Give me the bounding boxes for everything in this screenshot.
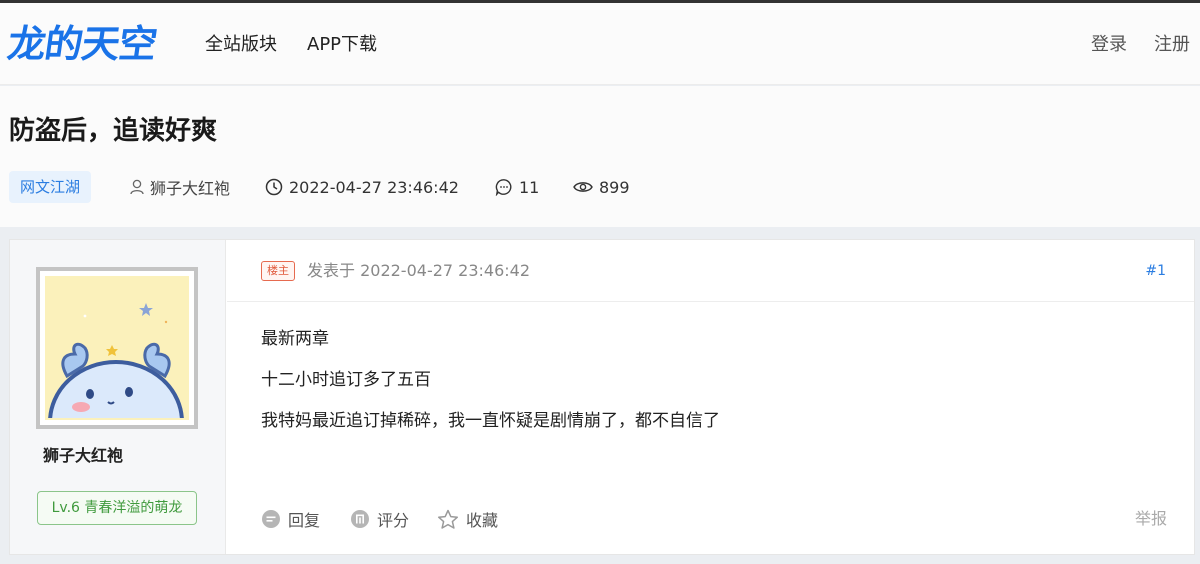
clock-icon	[265, 178, 283, 196]
nav-app-download[interactable]: APP下载	[307, 33, 377, 57]
post-text-line: 最新两章	[261, 329, 329, 349]
reply-count: 11	[495, 171, 539, 203]
rate-label: 评分	[377, 511, 410, 530]
favorite-button[interactable]: 收藏	[437, 506, 498, 532]
thread-datetime: 2022-04-27 23:46:42	[289, 177, 459, 197]
post-author-name[interactable]: 狮子大红袍	[10, 444, 226, 468]
post-text-line: 我特妈最近追订掉稀碎，我一直怀疑是剧情崩了，都不自信了	[261, 411, 720, 431]
thread-time: 2022-04-27 23:46:42	[265, 171, 459, 203]
avatar[interactable]	[36, 267, 198, 429]
nav-all-forums[interactable]: 全站版块	[205, 33, 277, 57]
reply-icon	[262, 510, 280, 528]
login-link[interactable]: 登录	[1091, 33, 1127, 57]
post-body: 最新两章 十二小时追订多了五百 我特妈最近追订掉稀碎，我一直怀疑是剧情崩了，都不…	[261, 327, 1161, 450]
post-card: 狮子大红袍 Lv.6 青春洋溢的萌龙 楼主 发表于 2022-04-27 23:…	[9, 239, 1195, 555]
eye-icon	[573, 182, 593, 192]
op-badge: 楼主	[261, 261, 295, 281]
post-timestamp: 发表于 2022-04-27 23:46:42	[307, 261, 531, 280]
site-header: 龙的天空 全站版块 APP下载 登录 注册	[0, 3, 1200, 85]
register-link[interactable]: 注册	[1154, 33, 1190, 57]
post-text-line: 十二小时追订多了五百	[261, 370, 431, 390]
site-logo[interactable]: 龙的天空	[5, 21, 159, 67]
forum-tag[interactable]: 网文江湖	[9, 171, 92, 203]
post-author-panel: 狮子大红袍 Lv.6 青春洋溢的萌龙	[10, 240, 226, 554]
dragon-avatar-illustration	[45, 276, 189, 420]
page-title: 防盗后，追读好爽	[9, 116, 218, 146]
report-link[interactable]: 举报	[1135, 506, 1167, 532]
dragon-mascot-icon	[45, 276, 187, 420]
user-icon	[130, 179, 144, 195]
thread-author[interactable]: 狮子大红袍	[130, 171, 230, 203]
reply-label: 回复	[288, 511, 321, 530]
floor-number-link[interactable]: #1	[1145, 261, 1166, 281]
star-icon	[437, 509, 459, 529]
reply-count-value: 11	[519, 177, 540, 197]
rate-button[interactable]: 评分	[350, 506, 409, 532]
comment-icon	[495, 179, 512, 196]
post-actions: 回复 评分 收藏	[261, 506, 1161, 532]
thread-meta: 网文江湖 狮子大红袍 2022-04-27 23:46:42 11 899	[9, 171, 1189, 203]
reply-button[interactable]: 回复	[261, 506, 320, 532]
thread-header: 防盗后，追读好爽 网文江湖 狮子大红袍 2022-04-27 23:46:42 …	[0, 86, 1200, 227]
rate-icon	[351, 510, 369, 528]
favorite-label: 收藏	[466, 511, 499, 530]
thread-author-name: 狮子大红袍	[150, 179, 231, 198]
view-count: 899	[573, 171, 630, 203]
user-level-badge: Lv.6 青春洋溢的萌龙	[37, 491, 197, 525]
view-count-value: 899	[599, 177, 630, 197]
post-header: 楼主 发表于 2022-04-27 23:46:42 #1	[227, 240, 1194, 302]
post-content-panel: 楼主 发表于 2022-04-27 23:46:42 #1 最新两章 十二小时追…	[227, 240, 1194, 554]
